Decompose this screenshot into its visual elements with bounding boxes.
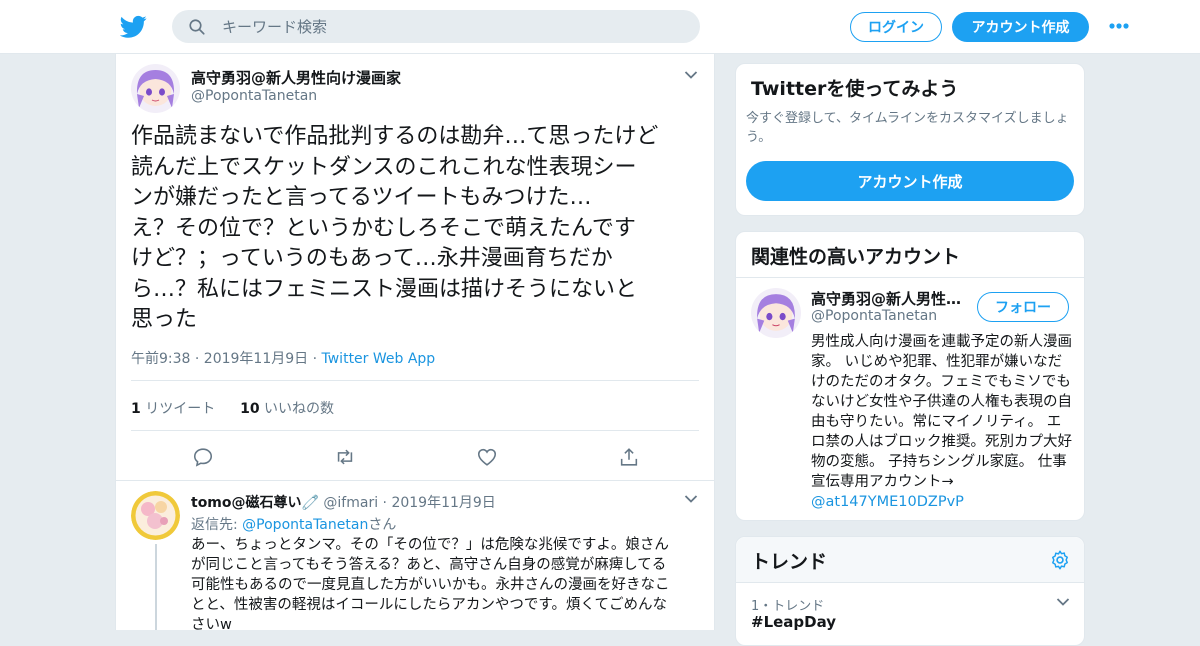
gear-icon[interactable] bbox=[1049, 549, 1071, 571]
trend-name[interactable]: #LeapDay bbox=[751, 613, 836, 631]
main-timeline: 高守勇羽@新人男性向け漫画家 @PopontaTanetan 作品読まないで作品… bbox=[115, 54, 715, 633]
tweet-timestamp[interactable]: 午前9:38 · 2019年11月9日 · bbox=[131, 351, 322, 367]
replying-to: 返信先: @PopontaTanetanさん bbox=[191, 514, 396, 534]
replying-to-prefix: 返信先: bbox=[191, 517, 243, 533]
reply-date[interactable]: · 2019年11月9日 bbox=[378, 495, 496, 511]
search-input[interactable] bbox=[222, 10, 682, 43]
bio-text: 男性成人向け漫画を連載予定の新人漫画家。 いじめや犯罪、性犯罪が嫌いなだけのただ… bbox=[811, 334, 1072, 490]
divider bbox=[131, 430, 699, 431]
replying-to-suffix: さん bbox=[368, 517, 397, 533]
author-avatar[interactable] bbox=[131, 64, 180, 113]
retweet-stat[interactable]: 1 リツイート bbox=[131, 401, 215, 417]
reply-icon[interactable] bbox=[192, 446, 214, 468]
promo-title: Twitterを使ってみよう bbox=[751, 78, 959, 100]
reply-header: tomo@磁石尊い🧷 @ifmari · 2019年11月9日 bbox=[191, 492, 496, 512]
promo-signup-button[interactable]: アカウント作成 bbox=[746, 161, 1074, 201]
divider bbox=[116, 480, 714, 481]
replying-to-link[interactable]: @PopontaTanetan bbox=[242, 517, 368, 533]
divider bbox=[131, 380, 699, 381]
trends-header: トレンド bbox=[736, 537, 1084, 583]
signup-button[interactable]: アカウント作成 bbox=[952, 12, 1089, 42]
related-account-handle[interactable]: @PopontaTanetan bbox=[811, 308, 937, 324]
chevron-down-icon[interactable] bbox=[1056, 597, 1070, 607]
search-icon bbox=[189, 19, 205, 35]
reply-author-avatar[interactable] bbox=[131, 491, 180, 540]
follow-button[interactable]: フォロー bbox=[977, 292, 1069, 322]
share-icon[interactable] bbox=[618, 446, 640, 468]
author-handle[interactable]: @PopontaTanetan bbox=[191, 88, 317, 104]
tweet-stats: 1 リツイート 10 いいねの数 bbox=[131, 398, 334, 418]
twitter-bird-logo-icon[interactable] bbox=[120, 13, 147, 40]
search-box[interactable] bbox=[172, 10, 700, 43]
like-stat[interactable]: 10 いいねの数 bbox=[240, 401, 334, 417]
more-options-icon[interactable] bbox=[1108, 20, 1130, 32]
retweet-count: 1 bbox=[131, 401, 141, 417]
top-nav-bar: ログイン アカウント作成 bbox=[0, 0, 1200, 54]
retweet-icon[interactable] bbox=[334, 446, 356, 468]
reply-display-name[interactable]: tomo@磁石尊い🧷 bbox=[191, 495, 319, 511]
thread-line bbox=[155, 544, 157, 630]
tweet-metadata: 午前9:38 · 2019年11月9日 · Twitter Web App bbox=[131, 348, 435, 368]
login-button[interactable]: ログイン bbox=[850, 12, 942, 42]
like-label: いいねの数 bbox=[259, 401, 335, 417]
chevron-down-icon[interactable] bbox=[684, 494, 698, 504]
bio-link[interactable]: @at147YME10DZPvP bbox=[811, 494, 964, 510]
related-account-name[interactable]: 高守勇羽@新人男性向け漫画家 bbox=[811, 288, 971, 309]
chevron-down-icon[interactable] bbox=[684, 70, 698, 80]
related-account-bio: 男性成人向け漫画を連載予定の新人漫画家。 いじめや犯罪、性犯罪が嫌いなだけのただ… bbox=[811, 332, 1073, 512]
tweet-source-link[interactable]: Twitter Web App bbox=[322, 351, 436, 367]
trends-title: トレンド bbox=[751, 551, 828, 573]
retweet-label: リツイート bbox=[140, 401, 216, 417]
promo-description: 今すぐ登録して、タイムラインをカスタマイズしましょう。 bbox=[746, 111, 1069, 145]
trend-rank: 1・トレンド bbox=[751, 599, 825, 614]
related-title: 関連性の高いアカウント bbox=[751, 246, 961, 268]
divider bbox=[736, 277, 1084, 278]
tweet-text: 作品読まないで作品批判するのは勘弁…て思ったけど 読んだ上でスケットダンスのこれ… bbox=[131, 124, 659, 332]
reply-handle[interactable]: @ifmari bbox=[319, 495, 378, 511]
related-account-avatar[interactable] bbox=[751, 288, 801, 338]
signup-promo-card: Twitterを使ってみよう 今すぐ登録して、タイムラインをカスタマイズしましょ… bbox=[735, 63, 1085, 216]
like-heart-icon[interactable] bbox=[476, 446, 498, 468]
like-count: 10 bbox=[240, 401, 260, 417]
reply-text: あー、ちょっとタンマ。その「その位で？」は危険な兆候ですよ。娘さん が同じこと言… bbox=[191, 537, 670, 633]
author-display-name[interactable]: 高守勇羽@新人男性向け漫画家 bbox=[191, 67, 401, 88]
related-accounts-card: 関連性の高いアカウント 高守勇羽@新人男性向け漫画家 @PopontaTanet… bbox=[735, 231, 1085, 521]
